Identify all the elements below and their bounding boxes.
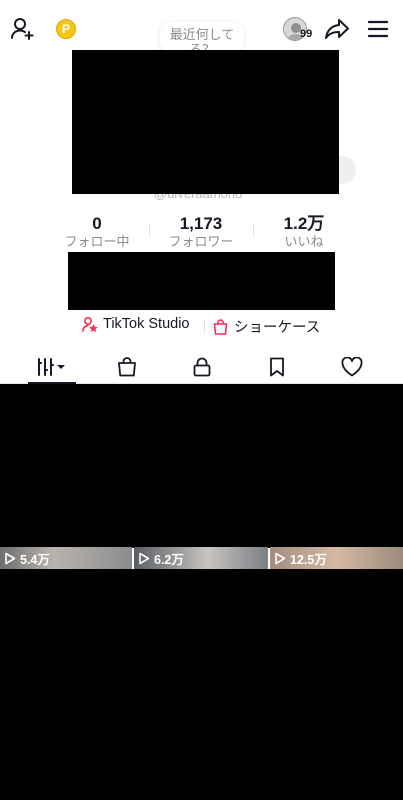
coin-label: P bbox=[61, 22, 70, 36]
video-views-overlay: 6.2万 bbox=[134, 547, 268, 569]
redacted-video-row bbox=[0, 384, 403, 548]
stat-likes-label: いいね bbox=[284, 234, 324, 249]
video-thumbnail[interactable]: 5.4万 bbox=[0, 547, 132, 569]
lock-icon bbox=[193, 357, 211, 377]
tab-liked[interactable] bbox=[314, 350, 389, 384]
tab-videos[interactable] bbox=[14, 350, 89, 384]
stat-following[interactable]: 0 フォロー中 bbox=[47, 214, 147, 250]
tiktok-studio-link[interactable]: TikTok Studio bbox=[82, 316, 190, 332]
video-thumbnail[interactable]: 12.5万 bbox=[270, 547, 403, 569]
tiktok-studio-label: TikTok Studio bbox=[103, 316, 190, 332]
video-view-count: 12.5万 bbox=[290, 552, 327, 567]
stat-followers-value: 1,173 bbox=[179, 214, 223, 233]
redacted-bio-area bbox=[68, 252, 335, 310]
video-views-overlay: 12.5万 bbox=[270, 547, 403, 569]
stat-likes-value: 1.2万 bbox=[283, 214, 325, 233]
video-view-count: 6.2万 bbox=[154, 552, 184, 567]
play-icon bbox=[275, 552, 286, 564]
tab-private[interactable] bbox=[164, 350, 239, 384]
bookmark-icon bbox=[269, 357, 285, 377]
shopping-bag-icon bbox=[213, 318, 228, 335]
stat-following-label: フォロー中 bbox=[64, 234, 130, 249]
stat-followers[interactable]: 1,173 フォロワー bbox=[151, 214, 251, 250]
avatar-badge: 99 bbox=[300, 28, 313, 40]
content-tabbar bbox=[0, 350, 403, 384]
stat-likes[interactable]: 1.2万 いいね bbox=[254, 214, 354, 250]
stat-divider bbox=[149, 224, 150, 238]
menu-icon[interactable] bbox=[366, 17, 390, 41]
tab-shop[interactable] bbox=[89, 350, 164, 384]
coin-button[interactable]: P bbox=[56, 19, 76, 39]
share-icon[interactable] bbox=[324, 16, 350, 42]
play-icon bbox=[139, 552, 150, 564]
redacted-video-grid bbox=[0, 569, 403, 800]
video-grid-icon bbox=[36, 358, 68, 376]
video-view-count: 5.4万 bbox=[20, 552, 50, 567]
showcase-label: ショーケース bbox=[234, 320, 321, 336]
showcase-link[interactable]: ショーケース bbox=[213, 316, 320, 337]
tab-saved[interactable] bbox=[239, 350, 314, 384]
stat-followers-label: フォロワー bbox=[168, 234, 234, 249]
video-thumbnail[interactable]: 6.2万 bbox=[134, 547, 268, 569]
stat-following-value: 0 bbox=[92, 214, 102, 233]
play-icon bbox=[5, 552, 16, 564]
link-divider bbox=[204, 319, 205, 333]
recent-status-bubble[interactable]: 最近何して る？ bbox=[160, 22, 244, 52]
profile-avatar-button[interactable]: 99 bbox=[283, 17, 323, 43]
add-user-icon[interactable] bbox=[10, 16, 36, 42]
heart-icon bbox=[341, 357, 363, 377]
shop-bag-icon bbox=[117, 357, 137, 377]
redacted-profile-area bbox=[72, 50, 339, 194]
video-views-overlay: 5.4万 bbox=[0, 547, 132, 569]
studio-icon bbox=[82, 316, 98, 332]
